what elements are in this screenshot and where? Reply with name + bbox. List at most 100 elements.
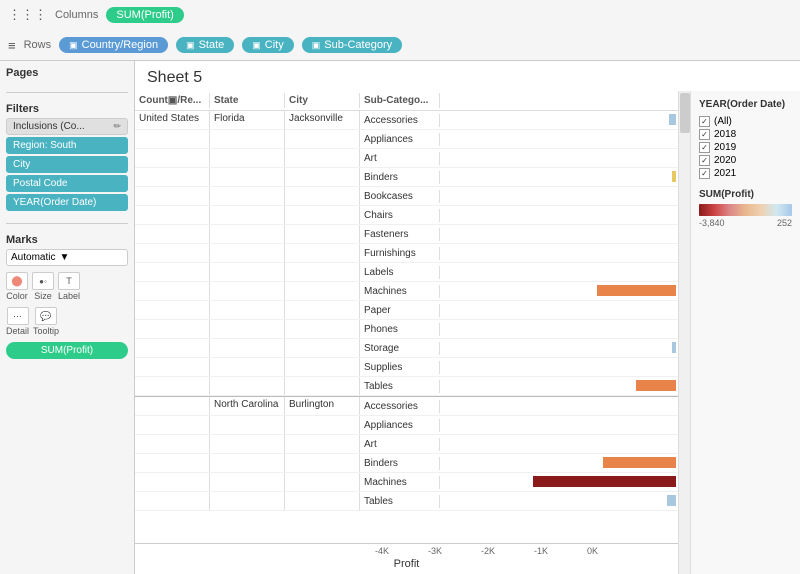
cell-state [210,492,285,510]
filter-postal[interactable]: Postal Code [6,175,128,192]
cell-bar [440,359,678,376]
cell-city [285,301,360,319]
filter-city[interactable]: City [6,156,128,173]
year-legend-title: YEAR(Order Date) [699,99,792,110]
cell-bar [440,112,678,129]
cell-bar [440,417,678,434]
cell-bar [440,131,678,148]
cell-state [210,473,285,491]
filter-region[interactable]: Region: South [6,137,128,154]
legend-year-item[interactable]: 2021 [699,168,792,179]
header-state: State [210,93,285,108]
table-row: Furnishings [135,244,678,263]
table-body[interactable]: United StatesFloridaJacksonvilleAccessor… [135,111,678,543]
left-panel: Pages Filters Inclusions (Co... ✏ Region… [0,61,135,574]
cell-subcat: Accessories [360,400,440,413]
marks-type-dropdown[interactable]: Automatic ▼ [6,249,128,266]
rows-row: ≡ Rows ▣ Country/Region ▣ State ▣ City ▣… [0,30,800,60]
cell-state [210,454,285,472]
table-row: United StatesFloridaJacksonvilleAccessor… [135,111,678,130]
legend-year-label: (All) [714,116,732,127]
header-chart [440,93,678,108]
legend-year-item[interactable]: 2020 [699,155,792,166]
rows-pill-state[interactable]: ▣ State [176,37,234,53]
filter-year[interactable]: YEAR(Order Date) [6,194,128,211]
cell-city: Jacksonville [285,111,360,129]
x-axis-title: Profit [135,556,678,572]
cell-country [135,301,210,319]
legend-year-label: 2021 [714,168,736,179]
legend-checkbox[interactable] [699,155,710,166]
marks-title: Marks [6,234,128,246]
pages-title: Pages [6,67,128,79]
year-legend-items: (All) 2018 2019 2020 2021 [699,116,792,179]
table-row: Fasteners [135,225,678,244]
cell-state: North Carolina [210,397,285,415]
cell-state [210,149,285,167]
marks-icons-row2: ⋯ Detail 💬 Tooltip [6,307,128,336]
cell-city [285,206,360,224]
xaxis-label-2k: -2K [481,546,495,556]
scroll-thumb[interactable] [680,93,690,133]
legend-year-label: 2020 [714,155,736,166]
color-icon: ⬤ [6,272,28,290]
color-button[interactable]: ⬤ Color [6,272,28,301]
legend-checkbox[interactable] [699,142,710,153]
legend-checkbox[interactable] [699,129,710,140]
table-row: Appliances [135,416,678,435]
table-row: Art [135,149,678,168]
filters-section: Filters Inclusions (Co... ✏ Region: Sout… [6,103,128,213]
rows-pill-city[interactable]: ▣ City [242,37,293,53]
columns-row: ⋮⋮⋮ Columns SUM(Profit) [0,0,800,30]
legend-checkbox[interactable] [699,116,710,127]
cell-subcat: Machines [360,476,440,489]
size-button[interactable]: ●◦ Size [32,272,54,301]
cell-state [210,358,285,376]
xaxis-label-4k: -4K [375,546,389,556]
cell-bar [440,321,678,338]
cell-state [210,416,285,434]
cell-country [135,377,210,395]
cell-state [210,130,285,148]
table-row: Bookcases [135,187,678,206]
color-min: -3,840 [699,218,725,228]
table-row: Tables [135,492,678,511]
rows-pill-subcategory[interactable]: ▣ Sub-Category [302,37,402,53]
cell-subcat: Fasteners [360,228,440,241]
legend-checkbox[interactable] [699,168,710,179]
filter-inclusions[interactable]: Inclusions (Co... ✏ [6,118,128,135]
vertical-scrollbar[interactable] [678,91,690,574]
cell-state: Florida [210,111,285,129]
table-row: Paper [135,301,678,320]
xaxis-label-3k: -3K [428,546,442,556]
cell-city [285,225,360,243]
header-country: Count▣/Re... [135,93,210,108]
legend-year-item[interactable]: (All) [699,116,792,127]
cell-bar [440,398,678,415]
cell-country [135,187,210,205]
label-button[interactable]: T Label [58,272,80,301]
x-axis: -4K -3K -2K -1K 0K Profit [135,543,678,574]
cell-city [285,130,360,148]
columns-icon: ⋮⋮⋮ [8,7,47,23]
cell-city [285,263,360,281]
header-city: City [285,93,360,108]
cell-subcat: Binders [360,457,440,470]
rows-pill-country[interactable]: ▣ Country/Region [59,37,168,53]
cell-city [285,416,360,434]
rows-icon: ≡ [8,38,16,53]
cell-subcat: Binders [360,171,440,184]
cell-country [135,244,210,262]
tooltip-button[interactable]: 💬 Tooltip [33,307,59,336]
legend-year-item[interactable]: 2019 [699,142,792,153]
xaxis-label-1k: -1K [534,546,548,556]
cell-country [135,358,210,376]
legend-year-item[interactable]: 2018 [699,129,792,140]
cell-state [210,187,285,205]
columns-pill[interactable]: SUM(Profit) [106,7,183,23]
cell-state [210,320,285,338]
detail-button[interactable]: ⋯ Detail [6,307,29,336]
sum-profit-pill[interactable]: SUM(Profit) [6,342,128,359]
header-subcat: Sub-Catego... [360,93,440,108]
chart-content: Count▣/Re... State City Sub-Catego... Un… [135,91,800,574]
